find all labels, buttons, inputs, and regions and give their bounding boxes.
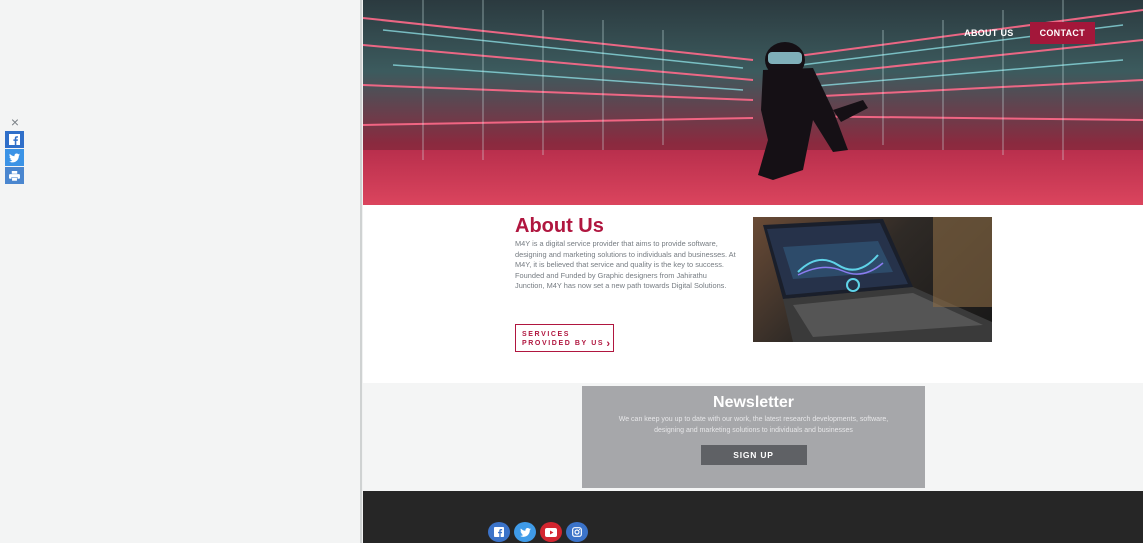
left-blank-panel: × [0, 0, 362, 543]
hero-banner-image: ABOUT US CONTACT [363, 0, 1143, 205]
newsletter-description: We can keep you up to date with our work… [618, 416, 889, 434]
nav-contact-button[interactable]: CONTACT [1029, 22, 1095, 44]
top-navigation: ABOUT US CONTACT [956, 22, 1095, 44]
instagram-icon[interactable] [566, 522, 588, 542]
laptop-graphic [763, 217, 992, 342]
newsletter-title: Newsletter [713, 394, 794, 411]
twitter-icon [9, 152, 20, 162]
twitter-icon[interactable] [514, 522, 536, 542]
facebook-icon [9, 134, 20, 145]
services-label-line2: PROVIDED BY US [522, 340, 605, 347]
social-links [488, 522, 588, 542]
share-bar: × [5, 115, 25, 185]
services-label-line1: SERVICES [522, 331, 571, 338]
twitter-share-button[interactable] [5, 149, 24, 166]
newsletter-box: Newsletter We can keep you up to date wi… [582, 386, 925, 488]
about-section: About Us M4Y is a digital service provid… [363, 205, 1143, 383]
youtube-icon[interactable] [540, 522, 562, 542]
about-description: M4Y is a digital service provider that a… [515, 239, 736, 290]
laptop-dashboard-image [753, 217, 992, 342]
footer [363, 491, 1143, 543]
website-page: ABOUT US CONTACT About Us M4Y is a digit… [363, 0, 1143, 543]
close-icon[interactable]: × [5, 115, 25, 129]
sign-up-button[interactable]: SIGN UP [700, 445, 807, 465]
newsletter-section: Newsletter We can keep you up to date wi… [363, 383, 1143, 491]
nav-about-us-link[interactable]: ABOUT US [956, 22, 1021, 44]
about-title: About Us [515, 215, 604, 237]
print-button[interactable] [5, 167, 24, 184]
print-icon [9, 170, 20, 181]
facebook-share-button[interactable] [5, 131, 24, 148]
services-provided-button[interactable]: SERVICES PROVIDED BY US › [515, 324, 614, 352]
facebook-icon[interactable] [488, 522, 510, 542]
chevron-right-icon: › [606, 338, 610, 350]
